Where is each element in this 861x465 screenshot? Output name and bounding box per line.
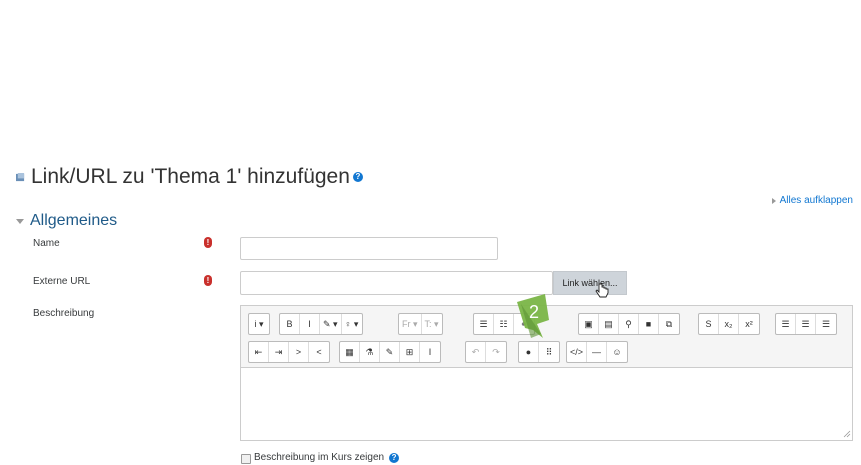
ordered-list-icon[interactable]: ☷ xyxy=(494,314,514,334)
toolbar-group: ▦ ⚗ ✎ ⊞ I xyxy=(339,341,441,363)
ltr-icon[interactable]: > xyxy=(289,342,309,362)
toolbar-group: Fr ▾ T: ▾ xyxy=(398,313,443,335)
strikethrough-icon[interactable]: S xyxy=(699,314,719,334)
emoticon-icon[interactable]: ☺ xyxy=(607,342,627,362)
description-editor[interactable] xyxy=(240,367,853,441)
unordered-list-icon[interactable]: ☰ xyxy=(474,314,494,334)
expand-all-label: Alles aufklappen xyxy=(779,195,853,206)
help-icon[interactable]: ? xyxy=(389,452,400,463)
name-label: Name xyxy=(33,238,60,249)
caret-down-icon xyxy=(16,218,24,224)
edit-icon[interactable]: ✎ xyxy=(380,342,400,362)
chemistry-icon[interactable]: ⚗ xyxy=(360,342,380,362)
page-title: Link/URL zu 'Thema 1' hinzufügen ? xyxy=(16,165,363,189)
toolbar-group: ↶ ↷ xyxy=(465,341,507,363)
url-activity-icon xyxy=(16,172,25,181)
accessibility-icon[interactable]: ● xyxy=(519,342,539,362)
font-size-icon[interactable]: T: ▾ xyxy=(422,314,442,334)
manage-files-icon[interactable]: ⧉ xyxy=(659,314,679,334)
hand-cursor-icon xyxy=(595,283,609,298)
screenreader-icon[interactable]: ⠿ xyxy=(539,342,559,362)
toolbar-group: ⇤ ⇥ > < xyxy=(248,341,330,363)
align-center-icon[interactable]: ☰ xyxy=(796,314,816,334)
media-icon[interactable]: ▤ xyxy=(599,314,619,334)
font-family-icon[interactable]: Fr ▾ xyxy=(399,314,422,334)
toolbar-group: Sx₂ x² xyxy=(698,313,760,335)
html-icon[interactable]: </> xyxy=(567,342,588,362)
show-description-checkbox[interactable] xyxy=(241,454,251,464)
font-color-icon[interactable]: ✎ ▾ xyxy=(320,314,342,334)
clear-format-icon[interactable]: I xyxy=(420,342,440,362)
choose-link-button[interactable]: Link wählen... xyxy=(553,271,627,295)
record-video-icon[interactable]: ■ xyxy=(639,314,659,334)
image-icon[interactable]: ▣ xyxy=(579,314,599,334)
outdent-icon[interactable]: ⇤ xyxy=(249,342,269,362)
toolbar-group: ▣ ▤ ⚲ ■ ⧉ xyxy=(578,313,680,335)
step-marker-label: 2 xyxy=(529,302,539,322)
record-audio-icon[interactable]: ⚲ xyxy=(619,314,639,334)
caret-right-icon xyxy=(771,197,776,204)
highlight-icon[interactable]: ♀ ▾ xyxy=(342,314,362,334)
step-marker: 2 xyxy=(517,294,549,338)
section-title: Allgemeines xyxy=(30,212,118,229)
toolbar-group: i ▾ xyxy=(248,313,270,335)
toolbar-group: ● ⠿ xyxy=(518,341,560,363)
url-label: Externe URL xyxy=(33,276,91,287)
indent-icon[interactable]: ⇥ xyxy=(269,342,289,362)
hr-icon[interactable]: — xyxy=(587,342,608,362)
show-description-label: Beschreibung im Kurs zeigen xyxy=(254,452,385,463)
page-title-text: Link/URL zu 'Thema 1' hinzufügen xyxy=(31,165,350,188)
toolbar-group: </> — ☺ xyxy=(566,341,629,363)
name-input[interactable] xyxy=(240,237,498,260)
bold-icon[interactable]: B xyxy=(280,314,300,334)
description-label: Beschreibung xyxy=(33,308,95,319)
table-icon[interactable]: ⊞ xyxy=(400,342,420,362)
align-left-icon[interactable]: ☰ xyxy=(776,314,796,334)
align-right-icon[interactable]: ☰ xyxy=(816,314,836,334)
show-description-label-wrap: Beschreibung im Kurs zeigen ? xyxy=(254,452,400,463)
superscript-icon[interactable]: x² xyxy=(739,314,759,334)
url-input[interactable] xyxy=(240,271,553,295)
redo-icon[interactable]: ↷ xyxy=(486,342,506,362)
toolbar-group: ☰ ☰ ☰ xyxy=(775,313,837,335)
paragraph-styles-icon[interactable]: i ▾ xyxy=(249,314,269,334)
toolbar-group: B I ✎ ▾ ♀ ▾ xyxy=(279,313,363,335)
equation-icon[interactable]: ▦ xyxy=(340,342,360,362)
undo-icon[interactable]: ↶ xyxy=(466,342,486,362)
section-general-header[interactable]: Allgemeines xyxy=(16,212,117,230)
expand-all-link[interactable]: Alles aufklappen xyxy=(771,195,853,206)
subscript-icon[interactable]: x₂ xyxy=(719,314,739,334)
required-icon: ! xyxy=(204,237,212,248)
italic-icon[interactable]: I xyxy=(300,314,320,334)
rtl-icon[interactable]: < xyxy=(309,342,329,362)
required-icon: ! xyxy=(204,275,212,286)
resize-handle-icon[interactable] xyxy=(843,430,851,438)
help-icon[interactable]: ? xyxy=(352,172,363,182)
